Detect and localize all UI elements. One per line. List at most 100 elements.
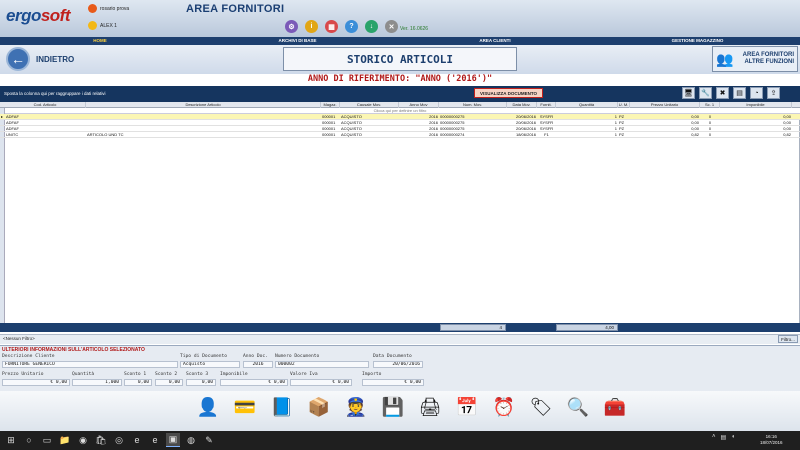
settings-icon[interactable]: ⚙ [285,20,298,33]
data-documento-label: Data Documento [373,354,412,359]
top-toolbar: ⚙ i ▦ ? ↓ ✕ [285,20,398,33]
filter-button[interactable]: Filtro... [778,335,798,343]
menu-area-clienti[interactable]: AREA CLIENTI [395,37,595,45]
table-cell: F1 [544,132,549,137]
view-document-button[interactable]: VISUALIZZA DOCUMENTO [474,88,543,98]
file-explorer-icon[interactable]: 📁 [58,433,72,447]
importo-field[interactable]: € 0,00 [362,379,424,386]
tools-box-icon[interactable]: 🧰 [603,394,627,420]
chrome-icon[interactable]: ◎ [112,433,126,447]
paint-icon[interactable]: ✎ [202,433,216,447]
security-user-icon[interactable]: 👮 [344,394,368,420]
cortana-search-icon[interactable]: ○ [22,433,36,447]
table-cell: 18/06/2016 [515,132,536,137]
task-view-icon[interactable]: ▭ [40,433,54,447]
tools-icon[interactable]: 🔧 [699,87,712,99]
imponibile-label: Imponibile [220,372,248,377]
data-grid [0,114,800,323]
menu-home[interactable]: HOME [0,37,200,45]
table-cell: ARTICOLO UND TC [87,132,124,137]
delete-icon[interactable]: ✖ [716,87,729,99]
table-cell: 2016 [429,132,438,137]
numero-documento-field[interactable]: 000002 [275,361,369,368]
table-cell: PZ [619,132,625,137]
chevron-up-icon[interactable]: ˄ [712,434,716,441]
ergosoft-logo: ergosoft [6,6,71,25]
menu-archivi-di-base[interactable]: ARCHIVI DI BASE [200,37,395,45]
clock-icon[interactable]: ⏰ [492,394,516,420]
active-filter: <Nessun Filtro> [3,336,35,341]
customer-icon[interactable]: 👤 [196,394,220,420]
table-cell: 000001 [322,132,336,137]
save-icon[interactable]: 💾 [381,394,405,420]
app-title: AREA FORNITORI [186,3,285,15]
help-icon[interactable]: ? [345,20,358,33]
table-cell: 00000000274 [440,132,465,137]
company-name: ALEX 1 [100,22,117,29]
grid-summary: 4 4,00 [0,323,800,332]
calendar-icon[interactable]: 📅 [455,394,479,420]
menu-gestione-magazzino[interactable]: GESTIONE MAGAZZINO [595,37,800,45]
other-functions-line2: ALTRE FUNZIONI [744,59,794,65]
users-icon: 👥 [716,50,734,67]
back-label[interactable]: INDIETRO [36,55,74,64]
anno-doc-field[interactable]: 2016 [243,361,273,368]
tipo-documento-field[interactable]: Acquisto [180,361,240,368]
sconto1-label: Sconto 1 [124,372,147,377]
info-icon[interactable]: i [305,20,318,33]
export-icon[interactable]: ⇪ [767,87,780,99]
card-icon[interactable]: 💳 [233,394,257,420]
tag-icon[interactable]: 🏷 [529,394,553,420]
main-menu: HOME ARCHIVI DI BASE AREA CLIENTI GESTIO… [0,37,800,45]
table-row[interactable]: UNITC ARTICOLO UND TC 000001 ACQUISTO 2016 00… [0,132,800,138]
ie-icon[interactable]: e [130,433,144,447]
back-button[interactable]: ← [6,47,30,71]
calculator-icon[interactable]: ▦ [325,20,338,33]
firefox-icon[interactable]: ◉ [76,433,90,447]
sconto3-field[interactable]: 0,00 [186,379,216,386]
other-functions-button[interactable]: 👥 AREA FORNITORI ALTRE FUNZIONI [712,46,798,72]
descrizione-cliente-field[interactable]: FORNITORE GENERICO [2,361,178,368]
user-secondary: ALEX 1 [88,21,117,30]
sconto3-label: Sconto 3 [186,372,209,377]
arrow-left-icon: ← [11,51,25,67]
group-by-hint[interactable]: Sposta la colonna qui per raggruppare i … [4,91,106,96]
imponibile-field[interactable]: € 0,00 [220,379,288,386]
dock-icons: 👤 💳 📘 📦 👮 💾 🖨 📅 ⏰ 🏷 🔍 🧰 [196,394,627,420]
table-cell: 1 [614,132,617,137]
version-label: Ver. 16.0626 [400,26,429,32]
quantita-field[interactable]: 1,000 [72,379,122,386]
edge-icon[interactable]: e [148,433,162,447]
ergosoft-taskbar-icon[interactable]: ▣ [166,433,180,447]
user-icon [88,21,97,30]
store-icon[interactable]: 🛍 [94,433,108,447]
close-icon[interactable]: ✕ [385,20,398,33]
table-cell: 0,82 [691,132,699,137]
user-name: rosario prova [100,5,130,12]
boxes-icon[interactable]: 📦 [307,394,331,420]
sconto2-field[interactable]: 0,00 [155,379,183,386]
volume-icon[interactable]: ◖ [731,434,735,441]
printer-icon[interactable]: 🖨 [418,394,442,420]
table-cell: UNITC [6,132,19,137]
print-icon[interactable]: ▤ [733,87,746,99]
valore-iva-field[interactable]: € 0,00 [290,379,352,386]
table-cell: 0,82 [783,132,791,137]
importo-label: Importo [362,372,382,377]
magnifier-icon[interactable]: 🔍 [566,394,590,420]
prezzo-unitario-field[interactable]: € 0,00 [2,379,70,386]
chart-icon[interactable]: ◔ [750,87,763,99]
data-documento-field[interactable]: 20/06/2016 [373,361,423,368]
clock-date: 18/07/2016 [760,440,783,445]
windows-start-icon[interactable]: ⊞ [4,433,18,447]
monitor-icon[interactable]: 🖥 [682,87,695,99]
network-icon[interactable]: ▤ [721,434,727,441]
numero-documento-label: Numero Documento [275,354,320,359]
sconto1-field[interactable]: 0,00 [124,379,152,386]
globe-icon[interactable]: ◍ [184,433,198,447]
binder-icon[interactable]: 📘 [270,394,294,420]
row-selector-strip [0,108,5,323]
taskbar-clock[interactable]: 16:16 18/07/2016 [760,434,783,446]
grid-toolbar [0,86,800,102]
download-icon[interactable]: ↓ [365,20,378,33]
